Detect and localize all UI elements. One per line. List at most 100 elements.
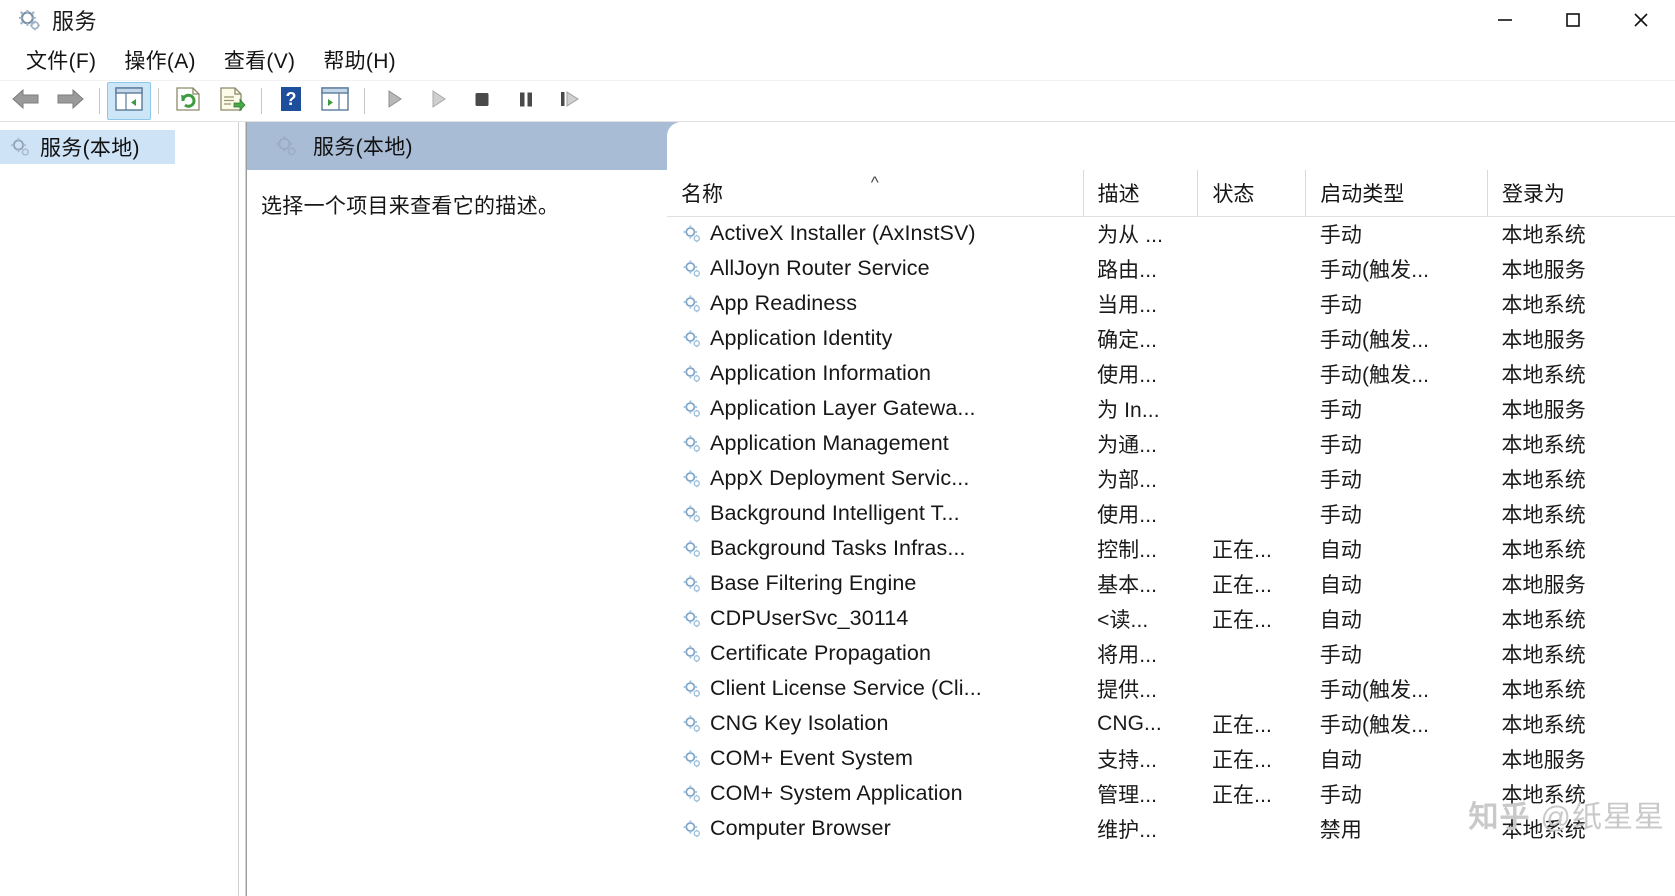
table-row[interactable]: AppX Deployment Servic... 为部... 手动 本地系统 [667,461,1675,496]
cell-status: 正在... [1211,538,1272,562]
cell-description: 维护... [1097,818,1158,842]
column-header-description[interactable]: 描述 [1083,170,1199,217]
start-service-button[interactable] [372,82,416,120]
cell-logon-as: 本地服务 [1501,573,1586,597]
back-button[interactable] [4,82,48,120]
cell-logon-as: 本地系统 [1501,468,1586,492]
cell-description: 使用... [1097,363,1158,387]
services-gear-icon [16,7,42,33]
show-console-tree-button[interactable] [107,82,151,120]
close-button[interactable] [1607,0,1675,40]
table-row[interactable]: Certificate Propagation 将用... 手动 本地系统 [667,636,1675,671]
resume-service-button[interactable] [416,82,460,120]
cell-name: Background Tasks Infras... [667,531,1083,566]
restart-service-button[interactable] [548,82,592,120]
cell-name: Client License Service (Cli... [667,671,1083,706]
maximize-button[interactable] [1539,0,1607,40]
service-name-label: COM+ Event System [710,746,914,770]
pane-splitter[interactable] [238,122,246,896]
table-row[interactable]: AllJoyn Router Service 路由... 手动(触发... 本地服务 [667,251,1675,286]
cell-startup-type: 自动 [1319,608,1362,632]
table-row[interactable]: Computer Browser 维护... 禁用 本地系统 [667,811,1675,846]
service-name-label: Application Layer Gatewa... [710,396,976,420]
stop-service-button[interactable] [460,82,504,120]
cell-description: <读... [1097,608,1149,632]
column-header-logon-as[interactable]: 登录为 [1487,170,1675,217]
table-row[interactable]: CDPUserSvc_30114 <读... 正在... 自动 本地系统 [667,601,1675,636]
menu-action[interactable]: 操作(A) [110,42,210,78]
cell-logon-as: 本地系统 [1501,538,1586,562]
table-row[interactable]: Base Filtering Engine 基本... 正在... 自动 本地服务 [667,566,1675,601]
cell-logon-as: 本地系统 [1501,818,1586,842]
service-name-label: AllJoyn Router Service [710,256,930,280]
menu-help[interactable]: 帮助(H) [309,42,410,78]
services-list: 名称 ^ 描述 状态 启动类型 登录为 ActiveX Installer (A… [667,122,1675,896]
toolbar-separator [261,88,262,114]
cell-description: 确定... [1097,328,1158,352]
export-list-button[interactable] [210,82,254,120]
cell-description: CNG... [1097,711,1162,735]
services-table: 名称 ^ 描述 状态 启动类型 登录为 ActiveX Installer (A… [667,170,1675,846]
cell-description: 为 In... [1097,398,1160,422]
cell-logon-as: 本地系统 [1501,293,1586,317]
cell-status [1198,356,1306,391]
minimize-button[interactable] [1471,0,1539,40]
service-gear-icon [681,363,703,385]
table-header-row: 名称 ^ 描述 状态 启动类型 登录为 [667,170,1675,217]
forward-button[interactable] [48,82,92,120]
sidebar-item-services-local[interactable]: 服务(本地) [0,130,175,164]
service-gear-icon [681,503,703,525]
table-row[interactable]: Client License Service (Cli... 提供... 手动(触发… [667,671,1675,706]
detail-hint-text: 选择一个项目来查看它的描述。 [261,195,560,218]
service-name-label: Base Filtering Engine [710,571,917,595]
table-row[interactable]: App Readiness 当用... 手动 本地系统 [667,286,1675,321]
table-row[interactable]: Background Intelligent T... 使用... 手动 本地系统 [667,496,1675,531]
cell-name: CNG Key Isolation [667,706,1083,741]
table-row[interactable]: Application Management 为通... 手动 本地系统 [667,426,1675,461]
menu-file[interactable]: 文件(F) [12,42,110,78]
title-bar: 服务 [0,0,1675,40]
cell-startup-type: 手动 [1319,643,1362,667]
cell-name: AppX Deployment Servic... [667,461,1083,496]
cell-status: 正在... [1211,748,1272,772]
pause-service-button[interactable] [504,82,548,120]
cell-startup-type: 手动(触发... [1319,328,1430,352]
cell-startup-type: 手动(触发... [1319,258,1430,282]
cell-logon-as: 本地系统 [1501,608,1586,632]
help-button[interactable]: ? [269,82,313,120]
table-row[interactable]: COM+ System Application 管理... 正在... 手动 本地系统 [667,776,1675,811]
cell-startup-type: 自动 [1319,573,1362,597]
cell-description: 当用... [1097,293,1158,317]
sort-ascending-icon: ^ [870,173,879,192]
cell-status: 正在... [1211,608,1272,632]
show-action-pane-button[interactable] [313,82,357,120]
menu-view[interactable]: 查看(V) [210,42,310,78]
cell-name: Computer Browser [667,811,1083,846]
table-row[interactable]: ActiveX Installer (AxInstSV) 为从 ... 手动 本地系统 [667,216,1675,251]
service-name-label: ActiveX Installer (AxInstSV) [710,221,976,246]
refresh-button[interactable] [166,82,210,120]
cell-description: 控制... [1097,538,1158,562]
table-row[interactable]: COM+ Event System 支持... 正在... 自动 本地服务 [667,741,1675,776]
cell-description: 为通... [1097,433,1158,457]
table-row[interactable]: Background Tasks Infras... 控制... 正在... 自动 本地… [667,531,1675,566]
table-row[interactable]: Application Identity 确定... 手动(触发... 本地服务 [667,321,1675,356]
service-gear-icon [681,713,703,735]
service-name-label: Application Identity [710,326,893,350]
service-name-label: Background Intelligent T... [710,501,960,525]
svg-text:?: ? [286,89,297,109]
column-header-startup-type[interactable]: 启动类型 [1305,170,1488,217]
table-row[interactable]: Application Layer Gatewa... 为 In... 手动 本地服务 [667,391,1675,426]
cell-logon-as: 本地系统 [1501,503,1586,527]
cell-status: 正在... [1211,783,1272,807]
cell-name: COM+ System Application [667,776,1083,811]
table-row[interactable]: CNG Key Isolation CNG... 正在... 手动(触发... 本地系统 [667,706,1675,741]
column-header-status[interactable]: 状态 [1197,170,1307,217]
service-gear-icon [681,293,703,315]
action-pane-icon [320,86,350,117]
service-name-label: AppX Deployment Servic... [710,466,970,490]
table-row[interactable]: Application Information 使用... 手动(触发... 本地系统 [667,356,1675,391]
service-gear-icon [681,608,703,630]
column-header-name[interactable]: 名称 ^ [667,170,1084,217]
menu-bar: 文件(F) 操作(A) 查看(V) 帮助(H) [0,40,1675,80]
